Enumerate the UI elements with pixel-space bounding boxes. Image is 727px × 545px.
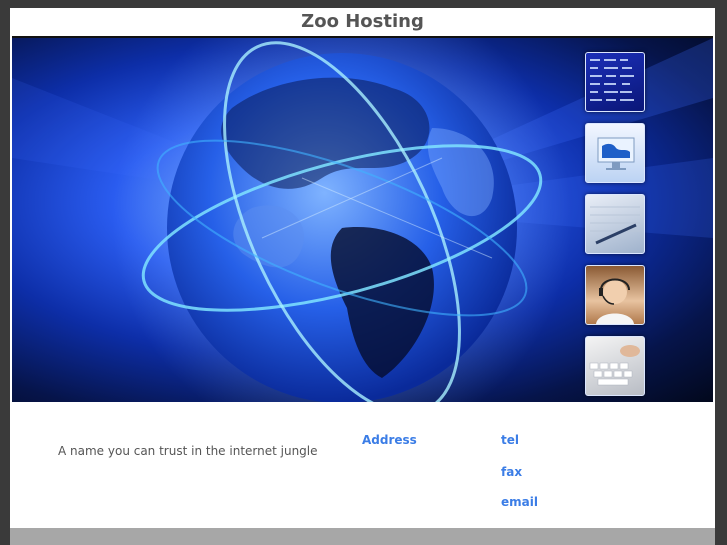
support-headset-icon[interactable] [585,265,645,325]
page-title: Zoo Hosting [301,11,424,32]
email-link[interactable]: email [501,495,538,509]
thumbnail-strip [585,52,645,402]
tel-link[interactable]: tel [501,433,519,447]
keyboard-icon[interactable] [585,336,645,396]
world-map-monitor-icon[interactable] [585,123,645,183]
footer: A name you can trust in the internet jun… [10,402,715,528]
bottom-bar [10,528,715,545]
title-bar: Zoo Hosting [10,8,715,36]
stock-ticker-icon[interactable] [585,52,645,112]
hero-banner [12,36,713,404]
address-link[interactable]: Address [362,433,417,447]
page: Zoo Hosting A name you can trust in the … [10,8,715,545]
fax-link[interactable]: fax [501,465,522,479]
pen-document-icon[interactable] [585,194,645,254]
tagline: A name you can trust in the internet jun… [58,444,318,458]
